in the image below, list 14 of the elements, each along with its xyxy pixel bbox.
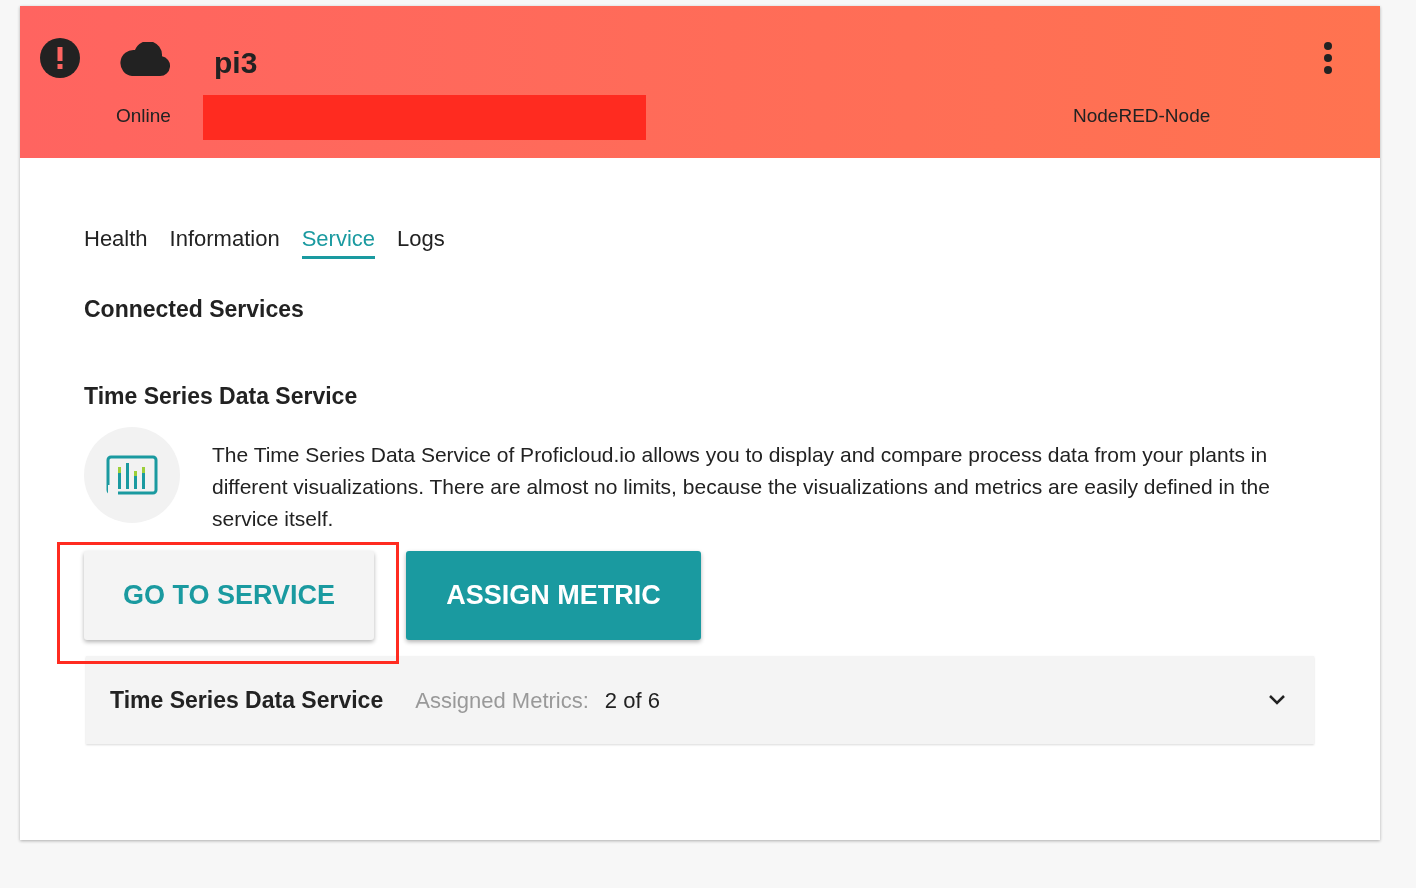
status-text: Online [116, 104, 171, 128]
chevron-down-icon[interactable] [1268, 694, 1286, 706]
service-title: Time Series Data Service [84, 381, 359, 411]
tab[interactable]: Logs [397, 222, 445, 259]
panel-title: Time Series Data Service [110, 685, 384, 715]
metrics-value: 2 of 6 [604, 686, 660, 715]
service-description: The Time Series Data Service of Proficloud.io allows you to display and compare process data from your plants in different visualizations. There are almost no limits, because the visualizations and metrics are easily defined in the service itself. [212, 442, 1271, 532]
device-type: NodeRED-Node [1073, 104, 1211, 128]
tab[interactable]: Information [169, 222, 280, 259]
device-name: pi3 [214, 45, 258, 81]
cloud-icon [120, 42, 170, 76]
tab[interactable]: Health [84, 222, 148, 259]
metrics-label: Assigned Metrics: [415, 686, 589, 715]
section-title: Connected Services [84, 295, 305, 324]
